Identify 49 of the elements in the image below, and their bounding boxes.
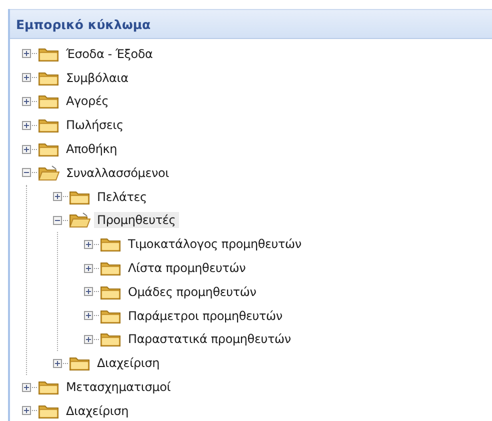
tree-item[interactable]: Τιμοκατάλογος προμηθευτών	[125, 236, 304, 252]
folder-icon	[38, 70, 60, 86]
folder-icon	[38, 93, 60, 110]
folder-icon	[100, 284, 122, 300]
collapse-icon[interactable]	[22, 168, 31, 178]
tree-item[interactable]: Λίστα προμηθευτών	[125, 260, 249, 276]
expand-icon[interactable]	[22, 49, 31, 58]
folder-icon	[100, 260, 122, 276]
expand-icon[interactable]	[22, 406, 31, 416]
open-folder-icon	[69, 212, 91, 228]
expand-icon[interactable]	[84, 311, 93, 320]
folder-icon	[38, 379, 60, 396]
tree-item[interactable]: Πωλήσεις	[63, 117, 126, 134]
tree-item[interactable]: Συμβόλαια	[63, 70, 132, 86]
tree-item[interactable]: Ομάδες προμηθευτών	[125, 284, 260, 300]
folder-icon	[38, 402, 60, 419]
tree-item[interactable]: Μετασχηματισμοί	[63, 379, 174, 396]
tree-item[interactable]: Αποθήκη	[63, 141, 120, 158]
expand-icon[interactable]	[22, 144, 31, 154]
tree-item[interactable]: Προμηθευτές	[94, 212, 179, 228]
folder-icon	[69, 188, 91, 205]
folder-icon	[100, 308, 122, 324]
tree-item[interactable]: Αγορές	[63, 93, 112, 110]
collapse-icon[interactable]	[53, 216, 62, 225]
expand-icon[interactable]	[84, 287, 93, 296]
folder-icon	[100, 331, 122, 348]
expand-icon[interactable]	[84, 240, 93, 249]
tree-item[interactable]: Παράμετροι προμηθευτών	[125, 308, 286, 324]
folder-icon	[38, 117, 60, 134]
expand-icon[interactable]	[84, 334, 93, 344]
tree-item[interactable]: Έσοδα - Έξοδα	[63, 46, 156, 62]
folder-icon	[69, 355, 91, 372]
expand-icon[interactable]	[22, 73, 31, 82]
tree-item[interactable]: Διαχείριση	[94, 355, 163, 372]
tree-item[interactable]: Παραστατικά προμηθευτών	[125, 331, 294, 348]
tree-item[interactable]: Διαχείριση	[63, 402, 132, 419]
folder-icon	[38, 141, 60, 158]
folder-icon	[100, 236, 122, 252]
expand-icon[interactable]	[22, 382, 31, 392]
expand-icon[interactable]	[53, 358, 62, 368]
tree-item[interactable]: Πελάτες	[94, 188, 150, 205]
folder-icon	[38, 46, 60, 62]
expand-icon[interactable]	[22, 96, 31, 106]
panel-title: Εμπορικό κύκλωμα	[16, 16, 151, 32]
tree-item[interactable]: Συναλλασσόμενοι	[63, 164, 172, 181]
open-folder-icon	[38, 164, 60, 181]
expand-icon[interactable]	[84, 264, 93, 273]
expand-icon[interactable]	[53, 192, 62, 202]
expand-icon[interactable]	[22, 120, 31, 130]
